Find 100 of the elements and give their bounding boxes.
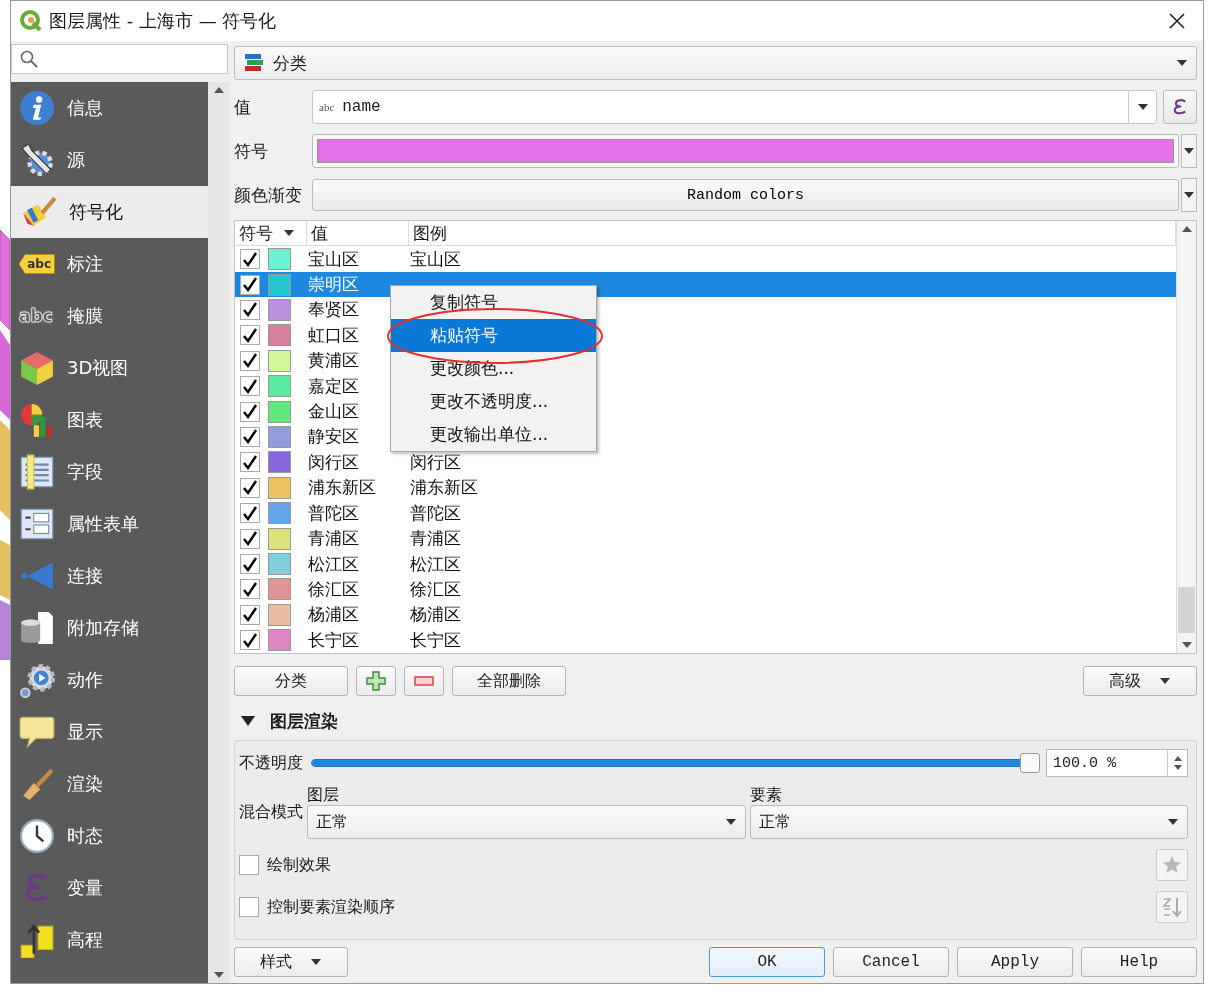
dialog-button[interactable]: Apply bbox=[957, 947, 1073, 977]
caret-icon bbox=[1167, 818, 1179, 826]
sort-icon bbox=[1161, 896, 1183, 918]
scroll-up-icon[interactable] bbox=[1180, 225, 1193, 233]
symbol-swatch[interactable] bbox=[268, 476, 291, 499]
feature-blend-dropdown[interactable]: 正常 bbox=[749, 805, 1188, 839]
checkmark-icon bbox=[243, 454, 257, 470]
color-ramp-menu-button[interactable] bbox=[1181, 178, 1197, 212]
sidebar-item[interactable]: 高程 bbox=[11, 914, 208, 966]
value-cell-text: 松江区 bbox=[308, 552, 360, 576]
symbol-swatch[interactable] bbox=[268, 349, 291, 372]
checkbox[interactable] bbox=[240, 579, 260, 600]
layer-blend-dropdown[interactable]: 正常 bbox=[307, 805, 746, 839]
text-outline-icon: abc bbox=[19, 306, 55, 326]
checkbox[interactable] bbox=[240, 299, 260, 320]
column-header[interactable]: 值 bbox=[307, 221, 409, 246]
symbol-swatch[interactable] bbox=[268, 248, 291, 271]
checkbox[interactable] bbox=[240, 350, 260, 371]
checkbox[interactable] bbox=[240, 554, 260, 574]
classify-button[interactable]: 分类 bbox=[234, 666, 348, 696]
opacity-spinbox[interactable]: 100.0 % bbox=[1046, 749, 1188, 777]
sidebar-item[interactable]: 3D视图 bbox=[11, 342, 208, 394]
symbol-menu-button[interactable] bbox=[1181, 134, 1197, 168]
scroll-up-icon[interactable] bbox=[212, 86, 225, 94]
checkbox[interactable] bbox=[240, 249, 260, 270]
symbol-swatch[interactable] bbox=[268, 578, 291, 601]
menu-item[interactable]: 粘贴符号 bbox=[391, 319, 596, 352]
dialog-button[interactable]: Help bbox=[1081, 947, 1197, 977]
symbol-swatch[interactable] bbox=[268, 273, 291, 296]
column-header[interactable]: 符号 bbox=[235, 221, 307, 246]
chart-icon bbox=[19, 402, 55, 438]
sidebar-item[interactable]: 时态 bbox=[11, 810, 208, 862]
column-title: 符号 bbox=[239, 221, 273, 245]
dialog-button[interactable]: OK bbox=[709, 947, 825, 977]
app-logo-icon bbox=[19, 9, 43, 33]
legend-cell: 徐汇区 bbox=[410, 577, 461, 601]
symbol-swatch[interactable] bbox=[268, 629, 291, 652]
add-button[interactable] bbox=[356, 666, 396, 696]
checkbox[interactable] bbox=[240, 477, 260, 498]
checkbox[interactable] bbox=[240, 452, 260, 473]
value-field[interactable]: abc name bbox=[312, 90, 1157, 124]
checkbox[interactable] bbox=[240, 325, 260, 346]
scroll-thumb[interactable] bbox=[1178, 587, 1195, 633]
sidebar-item[interactable]: 源 bbox=[11, 134, 208, 186]
symbol-swatch[interactable] bbox=[268, 553, 291, 575]
dialog-button[interactable]: Cancel bbox=[833, 947, 949, 977]
symbol-swatch[interactable] bbox=[268, 451, 291, 474]
legend-cell: 青浦区 bbox=[410, 527, 461, 551]
field-value: name bbox=[342, 98, 381, 116]
checkbox[interactable] bbox=[239, 855, 259, 875]
sidebar-item[interactable]: 变量 bbox=[11, 862, 208, 914]
renderer-dropdown[interactable]: 分类 bbox=[234, 46, 1197, 80]
symbol-swatch[interactable] bbox=[268, 400, 291, 423]
value-cell-text: 普陀区 bbox=[308, 501, 360, 525]
advanced-button[interactable]: 高级 bbox=[1083, 666, 1197, 696]
color-ramp-button[interactable]: Random colors bbox=[312, 179, 1179, 211]
checkbox[interactable] bbox=[240, 401, 260, 422]
sidebar-item[interactable]: abc 标注 bbox=[11, 238, 208, 290]
checkbox[interactable] bbox=[240, 528, 260, 549]
sidebar-item[interactable]: 连接 bbox=[11, 550, 208, 602]
sidebar-item[interactable]: 符号化 bbox=[11, 186, 208, 238]
symbol-swatch[interactable] bbox=[268, 502, 291, 525]
checkbox[interactable] bbox=[239, 897, 259, 917]
sidebar-item[interactable]: 动作 bbox=[11, 654, 208, 706]
sidebar-item[interactable]: 显示 bbox=[11, 706, 208, 758]
symbol-swatch[interactable] bbox=[268, 426, 291, 448]
checkbox[interactable] bbox=[240, 630, 260, 651]
delete-all-button[interactable]: 全部删除 bbox=[452, 666, 566, 696]
symbol-swatch[interactable] bbox=[268, 298, 291, 321]
sidebar-item[interactable]: 属性表单 bbox=[11, 498, 208, 550]
collapse-icon[interactable] bbox=[240, 715, 256, 727]
checkbox[interactable] bbox=[240, 376, 260, 397]
scrollbar[interactable] bbox=[208, 82, 229, 983]
elevation-arrow-icon bbox=[19, 922, 55, 958]
sidebar-item[interactable]: 渲染 bbox=[11, 758, 208, 810]
sidebar-item[interactable]: 字段 bbox=[11, 446, 208, 498]
checkbox[interactable] bbox=[240, 604, 260, 625]
scroll-down-icon[interactable] bbox=[1180, 641, 1193, 649]
search-field[interactable] bbox=[11, 44, 228, 74]
sidebar-item[interactable]: abc 掩膜 bbox=[11, 290, 208, 342]
scrollbar[interactable] bbox=[1176, 221, 1196, 653]
slider-handle[interactable] bbox=[1020, 753, 1040, 773]
symbol-swatch[interactable] bbox=[268, 527, 291, 550]
expression-button[interactable] bbox=[1163, 90, 1197, 124]
checkbox[interactable] bbox=[240, 503, 260, 524]
opacity-slider[interactable] bbox=[311, 752, 1040, 774]
sidebar-item[interactable]: 附加存储 bbox=[11, 602, 208, 654]
sidebar-item[interactable]: 图表 bbox=[11, 394, 208, 446]
sidebar-item[interactable]: 信息 bbox=[11, 82, 208, 134]
close-icon bbox=[1169, 13, 1185, 29]
checkbox[interactable] bbox=[240, 274, 260, 295]
symbol-swatch[interactable] bbox=[268, 603, 291, 626]
wrench-gear-icon bbox=[19, 142, 55, 178]
checkbox[interactable] bbox=[240, 427, 260, 447]
legend-cell: 普陀区 bbox=[410, 501, 461, 525]
symbol-swatch[interactable] bbox=[268, 324, 291, 347]
scroll-down-icon[interactable] bbox=[212, 971, 225, 979]
remove-button[interactable] bbox=[404, 666, 444, 696]
symbol-swatch[interactable] bbox=[268, 375, 291, 398]
style-button[interactable]: 样式 bbox=[234, 947, 348, 977]
